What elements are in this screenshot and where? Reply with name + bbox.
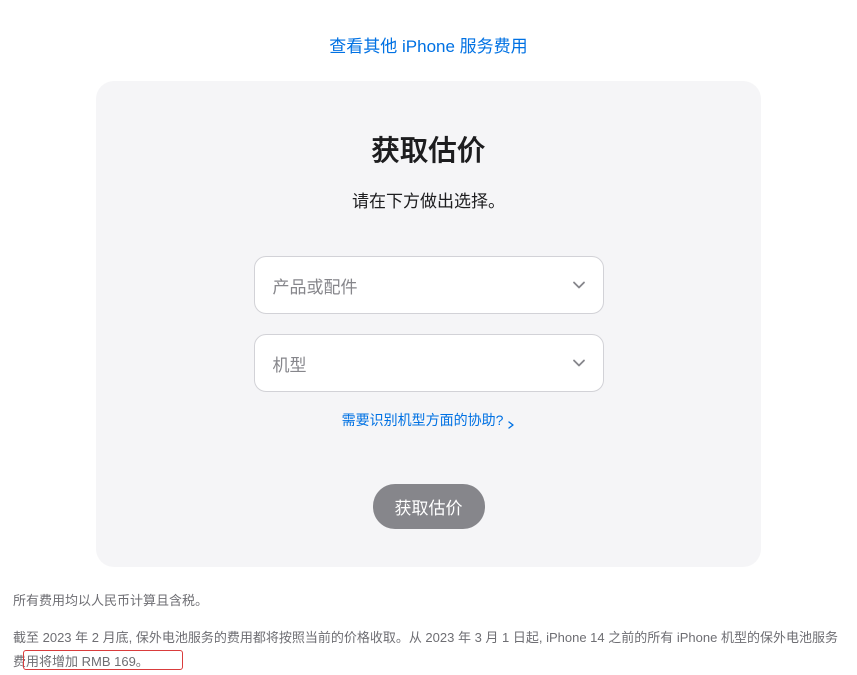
- footnotes: 所有费用均以人民币计算且含税。 截至 2023 年 2 月底, 保外电池服务的费…: [11, 589, 846, 675]
- footnote-line-1: 所有费用均以人民币计算且含税。: [13, 589, 844, 614]
- estimate-card: 获取估价 请在下方做出选择。 产品或配件 机型 需要识别机型方面的协助?: [96, 81, 761, 567]
- product-select[interactable]: 产品或配件: [254, 256, 604, 314]
- product-select-placeholder: 产品或配件: [273, 273, 358, 298]
- identify-model-help-link[interactable]: 需要识别机型方面的协助?: [342, 410, 516, 430]
- card-title: 获取估价: [156, 129, 701, 169]
- footnote-line-2: 截至 2023 年 2 月底, 保外电池服务的费用都将按照当前的价格收取。从 2…: [13, 626, 844, 675]
- footnote-line-2-text: 截至 2023 年 2 月底, 保外电池服务的费用都将按照当前的价格收取。从 2…: [13, 630, 838, 670]
- card-subtitle: 请在下方做出选择。: [156, 187, 701, 212]
- product-select-wrap: 产品或配件: [254, 256, 604, 314]
- other-services-link[interactable]: 查看其他 iPhone 服务费用: [329, 37, 527, 56]
- model-select-wrap: 机型: [254, 334, 604, 392]
- model-select[interactable]: 机型: [254, 334, 604, 392]
- help-link-text: 需要识别机型方面的协助?: [342, 410, 504, 430]
- get-estimate-button[interactable]: 获取估价: [373, 484, 485, 529]
- chevron-right-icon: [507, 416, 515, 424]
- model-select-placeholder: 机型: [273, 351, 307, 376]
- top-link-row: 查看其他 iPhone 服务费用: [0, 0, 857, 81]
